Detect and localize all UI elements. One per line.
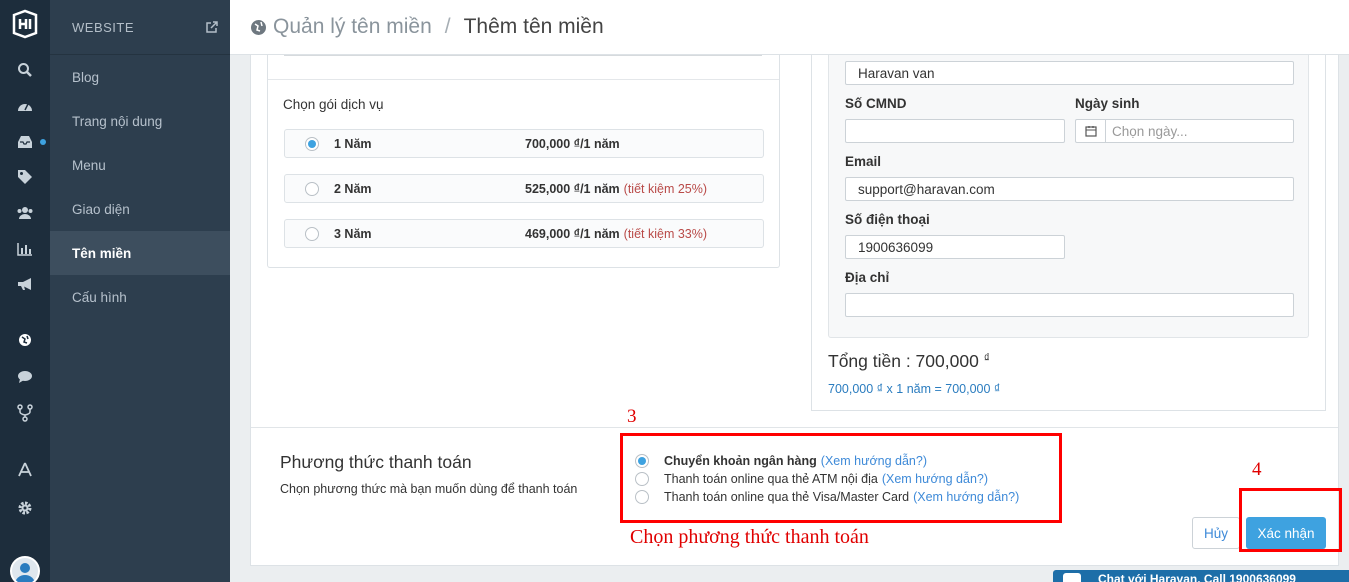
sidebar-item-label: Giao diện — [72, 201, 130, 217]
phone-label: Số điện thoại — [845, 212, 930, 227]
email-field[interactable]: support@haravan.com — [845, 177, 1294, 201]
users-icon[interactable] — [0, 202, 50, 224]
calendar-icon — [1076, 120, 1106, 142]
sidebar-item-themes[interactable]: Giao diện — [50, 187, 230, 231]
annotation-number-4: 4 — [1252, 459, 1262, 480]
dashboard-icon[interactable] — [0, 95, 50, 117]
sidebar-item-label: Blog — [72, 69, 100, 85]
icon-rail — [0, 0, 50, 582]
owner-panel: Haravan van Số CMND Ngày sinh Chọn ngày.… — [811, 55, 1326, 411]
sidebar-item-label: Cấu hình — [72, 289, 127, 305]
phone-field[interactable]: 1900636099 — [845, 235, 1065, 259]
package-option[interactable]: 3 Năm 469,000 ₫/1 năm (tiết kiệm 33%) — [284, 219, 764, 248]
megaphone-icon[interactable] — [0, 273, 50, 295]
sidebar-section-title: WEBSITE — [72, 19, 135, 35]
package-price: 700,000 ₫/1 năm — [525, 136, 620, 151]
annotation-box-confirm — [1239, 488, 1342, 552]
sidebar-item-menu[interactable]: Menu — [50, 143, 230, 187]
dob-label: Ngày sinh — [1075, 96, 1140, 111]
chat-icon — [1063, 573, 1081, 582]
sidebar: WEBSITE Blog Trang nội dung Menu Giao di… — [50, 0, 230, 582]
gear-icon[interactable] — [0, 497, 50, 519]
total-calculation: 700,000 ₫ x 1 năm = 700,000 ₫ — [828, 382, 1001, 396]
divider — [268, 79, 779, 80]
id-label: Số CMND — [845, 96, 907, 111]
id-field[interactable] — [845, 119, 1065, 143]
package-name: 2 Năm — [334, 181, 372, 196]
dob-field[interactable]: Chọn ngày... — [1075, 119, 1294, 143]
sidebar-item-domains[interactable]: Tên miền — [50, 231, 230, 275]
search-icon[interactable] — [0, 59, 50, 81]
globe-icon[interactable] — [0, 329, 50, 351]
annotation-caption: Chọn phương thức thanh toán — [630, 526, 869, 548]
sidebar-header: WEBSITE — [50, 0, 230, 55]
avatar[interactable] — [10, 556, 40, 582]
annotation-number-3: 3 — [627, 406, 637, 427]
chat-label: Chat với Haravan, Call 1900636099 — [1098, 572, 1296, 582]
email-label: Email — [845, 154, 882, 169]
address-field[interactable] — [845, 293, 1294, 317]
fork-icon[interactable] — [0, 402, 50, 424]
chat-icon[interactable] — [0, 366, 50, 388]
package-name: 3 Năm — [334, 226, 372, 241]
payment-title: Phương thức thanh toán — [280, 452, 472, 472]
logo-icon[interactable] — [11, 9, 39, 39]
package-panel: Chọn gói dịch vụ 1 Năm 700,000 ₫/1 năm 2… — [267, 55, 780, 268]
address-label: Địa chỉ — [845, 270, 890, 285]
package-radio[interactable] — [305, 181, 319, 196]
notification-dot — [40, 139, 46, 145]
owner-form: Haravan van Số CMND Ngày sinh Chọn ngày.… — [828, 55, 1309, 338]
name-field[interactable]: Haravan van — [845, 61, 1294, 85]
sidebar-item-blog[interactable]: Blog — [50, 55, 230, 99]
package-option[interactable]: 1 Năm 700,000 ₫/1 năm — [284, 129, 764, 158]
sidebar-item-label: Menu — [72, 157, 106, 173]
payment-subtitle: Chọn phương thức mà bạn muốn dùng để tha… — [280, 482, 578, 496]
external-link-icon[interactable] — [205, 20, 218, 34]
package-saving: (tiết kiệm 25%) — [623, 181, 708, 196]
page-title: Thêm tên miền — [463, 15, 604, 38]
package-radio[interactable] — [305, 136, 319, 151]
total-amount: Tổng tiền : 700,000 ₫ — [828, 351, 990, 371]
sidebar-item-settings[interactable]: Cấu hình — [50, 275, 230, 319]
package-price: 469,000 ₫/1 năm (tiết kiệm 33%) — [525, 226, 708, 241]
bar-chart-icon[interactable] — [0, 238, 50, 260]
sidebar-item-pages[interactable]: Trang nội dung — [50, 99, 230, 143]
package-option[interactable]: 2 Năm 525,000 ₫/1 năm (tiết kiệm 25%) — [284, 174, 764, 203]
package-saving: (tiết kiệm 33%) — [623, 226, 708, 241]
chat-widget[interactable]: Chat với Haravan, Call 1900636099 — [1053, 570, 1349, 582]
sidebar-item-label: Tên miền — [72, 245, 132, 261]
package-price: 525,000 ₫/1 năm (tiết kiệm 25%) — [525, 181, 708, 196]
globe-icon — [251, 19, 266, 35]
appstore-icon[interactable] — [0, 459, 50, 481]
divider — [284, 55, 762, 56]
dob-placeholder: Chọn ngày... — [1112, 123, 1188, 139]
breadcrumb-parent[interactable]: Quản lý tên miền — [273, 15, 432, 39]
package-title: Chọn gói dịch vụ — [283, 97, 384, 112]
annotation-box-payment — [620, 433, 1062, 523]
breadcrumb: Quản lý tên miền / Thêm tên miền — [230, 0, 1349, 55]
package-radio[interactable] — [305, 226, 319, 241]
tag-icon[interactable] — [0, 166, 50, 188]
package-name: 1 Năm — [334, 136, 372, 151]
sidebar-item-label: Trang nội dung — [72, 113, 163, 129]
breadcrumb-separator: / — [444, 15, 451, 38]
cancel-button[interactable]: Hủy — [1192, 517, 1240, 549]
